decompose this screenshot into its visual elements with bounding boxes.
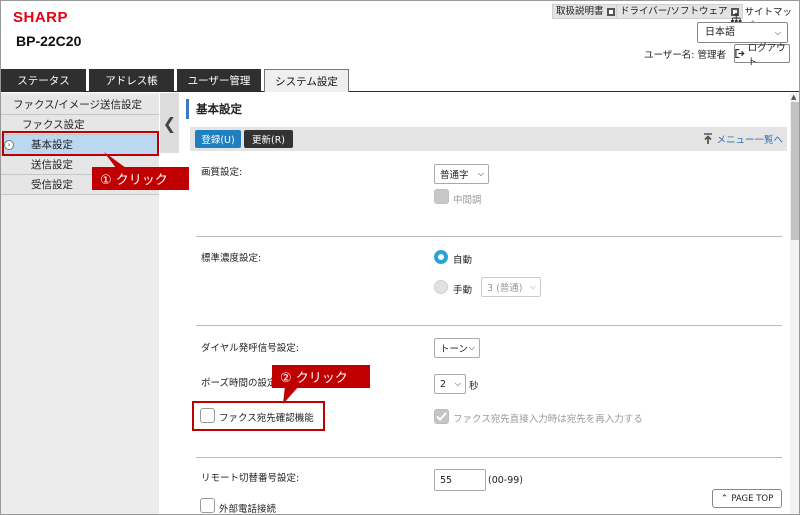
sidebar-item-fax-image-send[interactable]: ファクス/イメージ送信設定 xyxy=(1,95,159,115)
tab-user-management[interactable]: ユーザー管理 xyxy=(177,69,261,91)
tab-status[interactable]: ステータス xyxy=(1,69,86,91)
menu-list-link[interactable]: メニュー一覧へ xyxy=(702,132,783,146)
callout-click-2: ② クリック xyxy=(272,365,370,388)
fax-reenter-checkbox[interactable] xyxy=(434,409,449,424)
language-value: 日本語 xyxy=(705,27,735,38)
density-manual-radio[interactable] xyxy=(434,280,448,294)
halftone-checkbox[interactable] xyxy=(434,189,449,204)
driver-link-label: ドライバー/ソフトウェア xyxy=(620,6,728,17)
scroll-up-arrow-icon[interactable]: ▲ xyxy=(791,93,796,101)
checkmark-icon xyxy=(436,412,447,421)
fax-confirm-label: ファクス宛先確認機能 xyxy=(219,413,314,424)
remote-switch-input[interactable]: 55 xyxy=(434,469,486,491)
driver-software-link[interactable]: ドライバー/ソフトウェア xyxy=(616,4,743,19)
action-toolbar: 登録(U) 更新(R) メニュー一覧へ xyxy=(190,127,787,151)
section-divider xyxy=(196,236,782,237)
chevron-up-icon: ⌃ xyxy=(720,493,729,504)
page-title: 基本設定 xyxy=(186,99,242,119)
density-manual-select[interactable]: 3 (普通) ⌵ xyxy=(481,277,541,297)
logout-label: ログアウト xyxy=(747,42,786,68)
image-quality-select[interactable]: 普通字 ⌵ xyxy=(434,164,489,184)
density-manual-label: 手動 xyxy=(453,285,473,296)
section-divider xyxy=(196,325,782,326)
dial-signal-select[interactable]: トーン ⌵ xyxy=(434,338,480,358)
dial-signal-label: ダイヤル発呼信号設定: xyxy=(201,343,299,354)
user-name: ユーザー名: 管理者 xyxy=(644,50,727,61)
update-button[interactable]: 更新(R) xyxy=(244,130,293,148)
logout-icon xyxy=(735,48,745,59)
remote-switch-range: (00-99) xyxy=(488,475,524,486)
back-to-list-icon xyxy=(704,133,713,144)
register-button[interactable]: 登録(U) xyxy=(195,130,241,148)
external-phone-label: 外部電話接続 xyxy=(219,504,277,515)
density-auto-label: 自動 xyxy=(453,255,473,266)
tab-address-book[interactable]: アドレス帳 xyxy=(89,69,174,91)
page-top-button[interactable]: ⌃ PAGE TOP xyxy=(712,489,782,508)
screenshot-root: SHARP BP-22C20 取扱説明書 ドライバー/ソフトウェア サイトマップ… xyxy=(0,0,800,515)
tab-system-settings[interactable]: システム設定 xyxy=(264,69,349,92)
manual-link-label: 取扱説明書 xyxy=(556,6,604,17)
density-manual-value: 3 (普通) xyxy=(487,283,523,294)
pause-unit: 秒 xyxy=(469,381,479,392)
main-tab-bar: ステータス アドレス帳 ユーザー管理 システム設定 xyxy=(1,68,799,92)
density-label: 標準濃度設定: xyxy=(201,253,262,264)
scrollbar-thumb[interactable] xyxy=(791,102,799,240)
callout-click-1: ① クリック xyxy=(92,167,189,190)
sidebar-collapse-button[interactable]: ❮ xyxy=(160,93,179,153)
manual-link[interactable]: 取扱説明書 xyxy=(552,4,619,19)
model-name: BP-22C20 xyxy=(16,33,82,49)
density-auto-radio[interactable] xyxy=(434,250,448,264)
image-quality-label: 画質設定: xyxy=(201,167,243,178)
chevron-down-icon: ⌵ xyxy=(454,379,461,388)
menu-list-label: メニュー一覧へ xyxy=(716,135,783,146)
chevron-left-icon: ❮ xyxy=(162,113,177,133)
external-link-icon xyxy=(606,7,615,16)
fax-reenter-label: ファクス宛先直接入力時は宛先を再入力する xyxy=(453,414,643,425)
pause-time-label: ポーズ時間の設定 xyxy=(201,378,277,389)
remote-switch-label: リモート切替番号設定: xyxy=(201,473,300,484)
dial-signal-value: トーン xyxy=(440,344,469,355)
chevron-down-icon: ⌵ xyxy=(529,282,536,291)
halftone-label: 中間調 xyxy=(453,195,482,206)
fax-confirm-checkbox[interactable] xyxy=(200,408,215,423)
external-phone-checkbox[interactable] xyxy=(200,498,215,513)
pause-time-value: 2 xyxy=(440,378,447,390)
chevron-down-icon: ⌵ xyxy=(477,169,484,178)
section-divider xyxy=(196,457,782,458)
page-top-label: PAGE TOP xyxy=(731,493,774,504)
logout-button[interactable]: ログアウト xyxy=(734,43,790,68)
pause-time-select[interactable]: 2 ⌵ xyxy=(434,374,466,394)
chevron-down-icon: ⌵ xyxy=(468,343,475,352)
sharp-logo: SHARP xyxy=(13,9,69,26)
image-quality-value: 普通字 xyxy=(440,170,469,181)
